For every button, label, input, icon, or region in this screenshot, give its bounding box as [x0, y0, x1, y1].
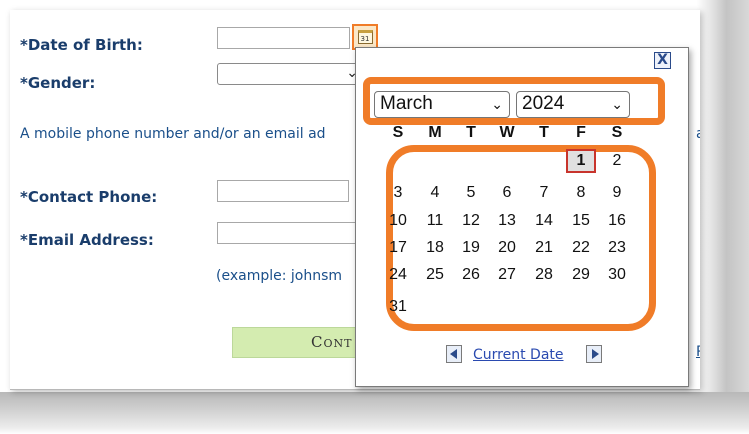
continue-button[interactable]: Cont: [232, 327, 372, 358]
prev-month-button[interactable]: [446, 345, 462, 363]
calendar-day[interactable]: 21: [529, 236, 559, 260]
chevron-down-icon: ⌄: [611, 96, 623, 112]
calendar-day[interactable]: 19: [456, 236, 486, 260]
calendar-day[interactable]: 31: [383, 295, 413, 319]
calendar-day[interactable]: 17: [383, 236, 413, 260]
calendar-day[interactable]: 3: [383, 181, 413, 205]
calendar-day[interactable]: 2: [602, 149, 632, 173]
calendar-day[interactable]: 1: [566, 149, 596, 173]
weekday-label: T: [466, 124, 476, 141]
contact-phone-input[interactable]: [217, 180, 349, 202]
right-link[interactable]: P: [696, 344, 700, 360]
calendar-day[interactable]: 24: [383, 263, 413, 287]
email-input[interactable]: [217, 222, 357, 244]
calendar-day[interactable]: 25: [420, 263, 450, 287]
calendar-day[interactable]: 12: [456, 209, 486, 233]
calendar-day[interactable]: 26: [456, 263, 486, 287]
arrow-right-icon: [592, 349, 599, 359]
calendar-day[interactable]: 18: [420, 236, 450, 260]
calendar-day[interactable]: 27: [492, 263, 522, 287]
shadow-bottom: [0, 392, 749, 434]
month-select[interactable]: March ⌄: [374, 91, 510, 118]
weekday-label: T: [539, 124, 549, 141]
next-month-button[interactable]: [586, 345, 602, 363]
calendar-day[interactable]: 7: [529, 181, 559, 205]
weekday-label: S: [392, 124, 404, 141]
calendar-day[interactable]: 29: [566, 263, 596, 287]
calendar-day[interactable]: 16: [602, 209, 632, 233]
calendar-day[interactable]: 5: [456, 181, 486, 205]
calendar-day[interactable]: 28: [529, 263, 559, 287]
weekday-label: S: [611, 124, 623, 141]
calendar-day[interactable]: 14: [529, 209, 559, 233]
calendar-day[interactable]: 9: [602, 181, 632, 205]
month-value: March: [380, 93, 433, 114]
calendar-day[interactable]: 23: [602, 236, 632, 260]
calendar-day[interactable]: 8: [566, 181, 596, 205]
chevron-down-icon: ⌄: [491, 96, 503, 112]
email-label: *Email Address:: [20, 231, 154, 249]
weekday-label: M: [428, 124, 442, 141]
calendar-day[interactable]: 13: [492, 209, 522, 233]
current-date-link[interactable]: Current Date: [473, 347, 564, 363]
calendar-day[interactable]: 6: [492, 181, 522, 205]
calendar-day[interactable]: 20: [492, 236, 522, 260]
month-year-highlight: March ⌄ 2024 ⌄: [363, 77, 665, 125]
year-value: 2024: [522, 93, 565, 114]
calendar-popup: X March ⌄ 2024 ⌄ SMTWTFS 1 2 3 4 5 6 7 8 9 10 11 12…: [355, 47, 689, 387]
dob-input[interactable]: [217, 27, 350, 49]
close-icon[interactable]: X: [654, 52, 671, 69]
calendar-day[interactable]: 10: [383, 209, 413, 233]
gender-select[interactable]: ⌄: [217, 63, 365, 85]
year-select[interactable]: 2024 ⌄: [516, 91, 630, 118]
info-text: A mobile phone number and/or an email ad: [20, 126, 326, 142]
info-text-tail: as: [696, 126, 700, 142]
calendar-icon: 31: [357, 30, 373, 44]
email-example-text: (example: johnsm: [216, 268, 343, 284]
calendar-day[interactable]: 30: [602, 263, 632, 287]
calendar-day[interactable]: 15: [566, 209, 596, 233]
calendar-day[interactable]: 11: [420, 209, 450, 233]
gender-label: *Gender:: [20, 74, 96, 92]
weekday-label: F: [576, 124, 586, 141]
dob-label: *Date of Birth:: [20, 36, 143, 54]
calendar-day[interactable]: 22: [566, 236, 596, 260]
arrow-left-icon: [450, 349, 457, 359]
weekday-label: W: [499, 124, 515, 141]
calendar-day[interactable]: 4: [420, 181, 450, 205]
contact-phone-label: *Contact Phone:: [20, 188, 158, 206]
